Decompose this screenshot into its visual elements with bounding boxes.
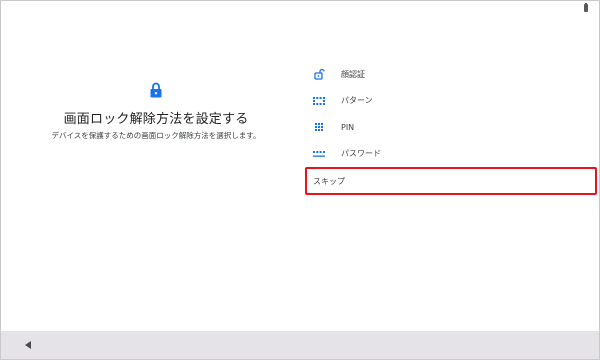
option-pattern[interactable]: パターン (305, 88, 597, 115)
pattern-icon (313, 95, 325, 107)
option-skip[interactable]: スキップ (305, 167, 597, 195)
option-password[interactable]: パスワード (305, 141, 597, 168)
option-label: スキップ (313, 176, 345, 186)
option-pin[interactable]: PIN (305, 114, 597, 141)
back-icon[interactable] (25, 341, 31, 349)
page-title: 画面ロック解除方法を設定する (63, 112, 249, 127)
unlock-method-list: 顔認証 パターン PIN パスワード スキップ (305, 61, 597, 195)
battery-icon (584, 3, 588, 12)
lock-setup-screen: 画面ロック解除方法を設定する デバイスを保護するための画面ロック解除方法を選択し… (0, 0, 600, 360)
option-label: パスワード (341, 149, 381, 159)
option-label: PIN (341, 122, 355, 132)
navigation-bar (1, 331, 599, 359)
lock-icon (150, 82, 162, 98)
option-face-unlock[interactable]: 顔認証 (305, 61, 597, 88)
pin-icon (313, 121, 325, 133)
page-subtitle: デバイスを保護するための画面ロック解除方法を選択します。 (51, 131, 261, 140)
password-icon (313, 148, 325, 160)
face-unlock-icon (313, 68, 325, 80)
option-label: パターン (341, 96, 373, 106)
header-panel: 画面ロック解除方法を設定する デバイスを保護するための画面ロック解除方法を選択し… (1, 1, 311, 331)
option-label: 顔認証 (341, 69, 365, 79)
